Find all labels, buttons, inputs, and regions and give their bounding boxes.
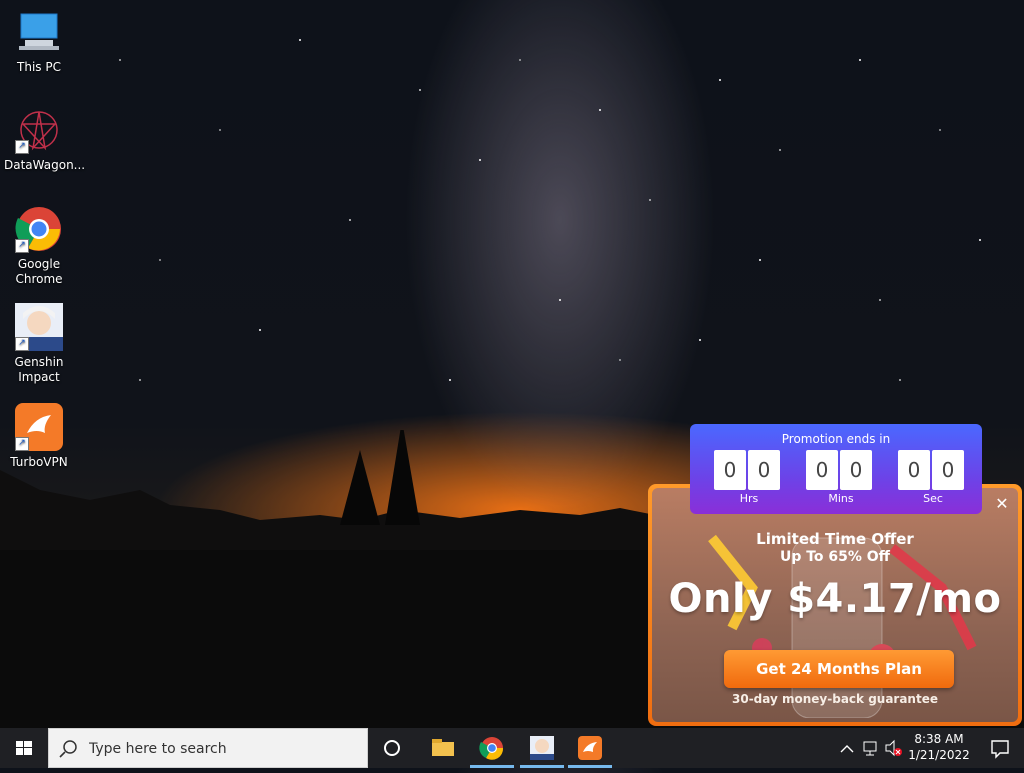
desktop-icon-datawagon[interactable]: ↗ DataWagon...: [4, 106, 86, 173]
search-icon: [59, 740, 77, 758]
file-explorer-icon: [432, 739, 454, 756]
search-input[interactable]: [87, 738, 361, 760]
countdown-timer: Promotion ends in 00 Hrs 00 Mins 00 Sec: [690, 424, 982, 514]
notification-icon: [991, 740, 1009, 759]
taskbar-search[interactable]: [48, 728, 368, 768]
task-view-button[interactable]: [370, 728, 414, 768]
chrome-icon: [479, 737, 504, 760]
digit: 0: [932, 450, 964, 490]
offer-title: Limited Time Offer: [756, 530, 914, 548]
windows-icon: [16, 741, 32, 755]
desktop-icon-label: DataWagon...: [4, 158, 86, 172]
desktop-icon-label: Google Chrome: [15, 257, 63, 286]
computer-icon: [15, 8, 63, 56]
volume-muted-icon: [885, 739, 902, 757]
get-plan-button[interactable]: Get 24 Months Plan: [724, 650, 954, 688]
taskbar: 8:38 AM 1/21/2022: [0, 728, 1024, 768]
turbovpn-icon: [578, 736, 602, 760]
network-tray[interactable]: [860, 728, 882, 768]
desktop-icon-genshin[interactable]: ↗ Genshin Impact: [4, 303, 74, 385]
clock[interactable]: 8:38 AM 1/21/2022: [904, 731, 974, 763]
chrome-icon: ↗: [15, 205, 63, 253]
desktop-icon-label: This PC: [17, 60, 61, 74]
volume-tray[interactable]: [882, 728, 904, 768]
shortcut-arrow-icon: ↗: [15, 140, 29, 154]
countdown-label: Mins: [828, 492, 854, 505]
datawagon-icon: ↗: [15, 106, 63, 154]
date-text: 1/21/2022: [908, 748, 970, 762]
digit: 0: [714, 450, 746, 490]
notifications-button[interactable]: [980, 728, 1020, 768]
genshin-icon: [530, 736, 554, 760]
cortana-icon: [384, 740, 400, 756]
offer-subtitle: Up To 65% Off: [779, 549, 891, 565]
close-icon[interactable]: ✕: [992, 494, 1012, 514]
turbovpn-icon: ↗: [15, 403, 63, 451]
desktop-icon-this-pc[interactable]: This PC: [4, 8, 74, 75]
shortcut-arrow-icon: ↗: [15, 239, 29, 253]
digit: 0: [898, 450, 930, 490]
digit: 0: [840, 450, 872, 490]
guarantee-text: 30-day money-back guarantee: [732, 692, 938, 706]
countdown-hours: 00 Hrs: [714, 450, 784, 505]
chrome-taskbar-button[interactable]: [470, 728, 514, 768]
time-text: 8:38 AM: [914, 732, 964, 746]
countdown-title: Promotion ends in: [781, 432, 891, 446]
turbovpn-taskbar-button[interactable]: [568, 728, 612, 768]
countdown-label: Sec: [923, 492, 943, 505]
start-button[interactable]: [0, 728, 48, 768]
countdown-minutes: 00 Mins: [806, 450, 876, 505]
desktop-icon-label: TurboVPN: [10, 455, 68, 469]
show-hidden-icons[interactable]: [836, 728, 858, 768]
price-text: Only $4.17/mo: [668, 576, 1002, 622]
network-icon: [863, 741, 877, 756]
desktop-icon-label: Genshin Impact: [14, 355, 64, 384]
desktop-icon-turbovpn[interactable]: ↗ TurboVPN: [4, 403, 74, 470]
shortcut-arrow-icon: ↗: [15, 437, 29, 451]
promo-popup: ✕ Limited Time Offer Up To 65% Off Only …: [648, 484, 1022, 726]
shortcut-arrow-icon: ↗: [15, 337, 29, 351]
digit: 0: [748, 450, 780, 490]
genshin-icon: ↗: [15, 303, 63, 351]
countdown-seconds: 00 Sec: [898, 450, 968, 505]
chevron-up-icon: [840, 745, 854, 753]
promo-card: ✕ Limited Time Offer Up To 65% Off Only …: [652, 488, 1018, 722]
digit: 0: [806, 450, 838, 490]
genshin-taskbar-button[interactable]: [520, 728, 564, 768]
file-explorer-button[interactable]: [420, 728, 464, 768]
desktop-icon-chrome[interactable]: ↗ Google Chrome: [4, 205, 74, 287]
countdown-label: Hrs: [739, 492, 759, 505]
